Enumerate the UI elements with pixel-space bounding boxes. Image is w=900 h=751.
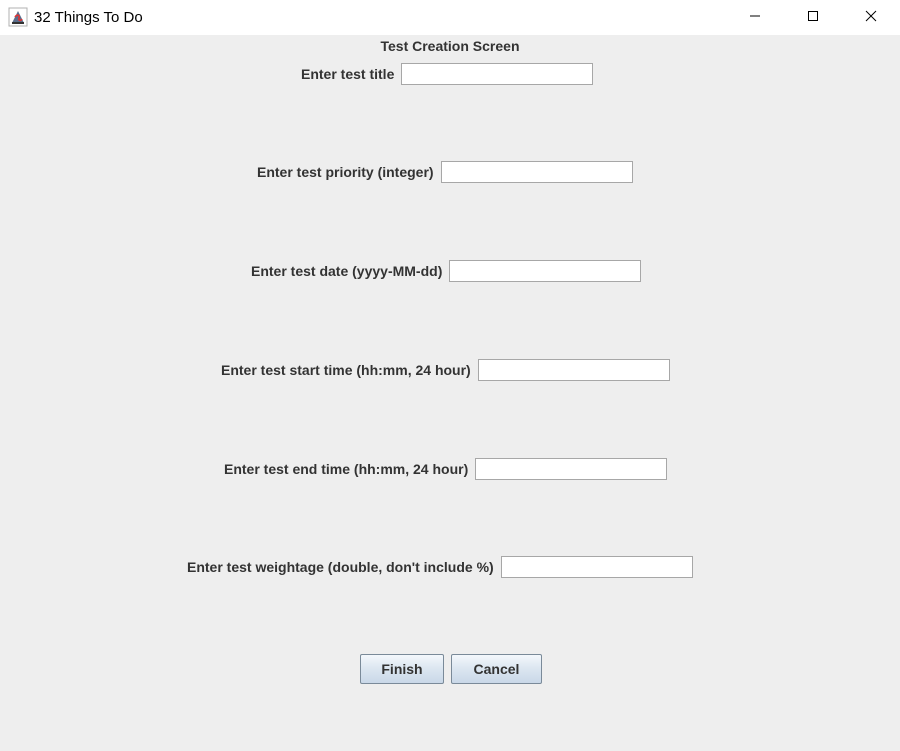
test-date-label: Enter test date (yyyy-MM-dd) bbox=[251, 263, 443, 279]
window-title: 32 Things To Do bbox=[34, 9, 143, 26]
test-priority-input[interactable] bbox=[440, 161, 633, 183]
field-row-priority: Enter test priority (integer) bbox=[257, 160, 633, 184]
test-end-time-input[interactable] bbox=[475, 458, 668, 480]
maximize-button[interactable] bbox=[784, 0, 842, 35]
minimize-button[interactable] bbox=[726, 0, 784, 35]
test-start-time-label: Enter test start time (hh:mm, 24 hour) bbox=[221, 362, 471, 378]
field-row-title: Enter test title bbox=[301, 62, 594, 86]
test-title-input[interactable] bbox=[401, 63, 594, 85]
close-button[interactable] bbox=[842, 0, 900, 35]
test-start-time-input[interactable] bbox=[477, 359, 670, 381]
minimize-icon bbox=[749, 9, 761, 27]
test-weightage-input[interactable] bbox=[500, 556, 693, 578]
field-row-date: Enter test date (yyyy-MM-dd) bbox=[251, 259, 642, 283]
title-bar: 32 Things To Do bbox=[0, 0, 900, 35]
finish-button[interactable]: Finish bbox=[360, 654, 444, 684]
test-priority-label: Enter test priority (integer) bbox=[257, 164, 434, 180]
field-row-weightage: Enter test weightage (double, don't incl… bbox=[187, 555, 693, 579]
maximize-icon bbox=[807, 9, 819, 27]
java-coffee-cup-icon bbox=[8, 7, 28, 27]
cancel-button[interactable]: Cancel bbox=[451, 654, 542, 684]
test-date-input[interactable] bbox=[449, 260, 642, 282]
test-title-label: Enter test title bbox=[301, 66, 395, 82]
form-heading: Test Creation Screen bbox=[380, 38, 520, 54]
close-icon bbox=[865, 9, 877, 27]
test-weightage-label: Enter test weightage (double, don't incl… bbox=[187, 559, 494, 575]
app-window: 32 Things To Do Test Creation Screen Ent… bbox=[0, 0, 900, 751]
field-row-end-time: Enter test end time (hh:mm, 24 hour) bbox=[224, 457, 668, 481]
test-end-time-label: Enter test end time (hh:mm, 24 hour) bbox=[224, 461, 469, 477]
field-row-start-time: Enter test start time (hh:mm, 24 hour) bbox=[221, 358, 670, 382]
